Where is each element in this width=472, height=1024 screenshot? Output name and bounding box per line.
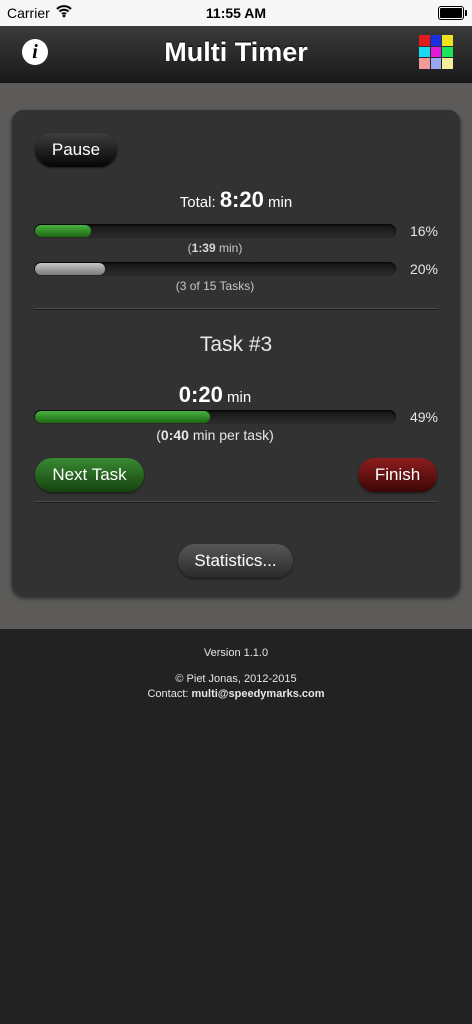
statistics-button[interactable]: Statistics... xyxy=(178,544,293,578)
total-time-unit: min xyxy=(268,194,293,211)
nav-bar: i Multi Timer xyxy=(0,26,472,83)
color-grid-cell-7 xyxy=(430,58,442,69)
version-label: Version 1.1.0 xyxy=(203,647,269,659)
total-time-progress-bar xyxy=(34,224,396,238)
battery-icon xyxy=(438,6,467,20)
elapsed-time-note: (1:39 min) xyxy=(187,241,243,255)
elapsed-time-value: 1:39 xyxy=(191,241,216,255)
color-grid-cell-0 xyxy=(419,35,430,46)
main-content: Pause Total: 8:20 min 16% (1:39 min) 20%… xyxy=(0,83,472,629)
color-grid-cell-3 xyxy=(419,46,430,58)
color-grid-cell-8 xyxy=(442,58,453,69)
color-grid-cell-1 xyxy=(430,35,442,46)
total-time: Total: 8:20 min xyxy=(12,187,460,213)
color-grid-cell-5 xyxy=(442,46,453,58)
task-progress-fill xyxy=(35,411,211,423)
task-time-unit: min xyxy=(227,389,252,406)
status-time: 11:55 AM xyxy=(205,5,267,21)
total-time-value: 8:20 xyxy=(219,187,264,212)
task-time-value: 0:20 xyxy=(178,382,223,407)
tasks-progress-bar xyxy=(34,262,396,276)
color-grid-button[interactable] xyxy=(419,35,453,69)
page-title: Multi Timer xyxy=(164,37,308,67)
color-grid-cell-4 xyxy=(430,46,442,58)
tasks-done-note: (3 of 15 Tasks) xyxy=(175,279,255,293)
total-time-progress-fill xyxy=(35,225,91,237)
task-title: Task #3 xyxy=(199,333,273,356)
finish-button[interactable]: Finish xyxy=(358,458,437,492)
task-percent: 49% xyxy=(409,409,438,425)
per-task-note: (0:40 min per task) xyxy=(156,427,274,443)
contact-line: Contact: multi@speedymarks.com xyxy=(0,688,472,700)
total-label: Total: xyxy=(179,194,216,211)
divider xyxy=(34,501,438,503)
status-bar: Carrier 11:55 AM xyxy=(0,0,472,26)
per-task-value: 0:40 xyxy=(160,427,189,443)
timer-panel: Pause Total: 8:20 min 16% (1:39 min) 20%… xyxy=(12,110,460,596)
color-grid-cell-2 xyxy=(442,35,453,46)
tasks-progress-fill xyxy=(35,263,106,275)
copyright-label: © Piet Jonas, 2012-2015 xyxy=(175,673,297,685)
task-progress-bar xyxy=(34,410,396,424)
divider xyxy=(34,308,438,310)
task-time: 0:20 min xyxy=(34,382,396,408)
tasks-percent: 20% xyxy=(409,261,438,277)
color-grid-cell-6 xyxy=(419,58,430,69)
contact-email-link[interactable]: multi@speedymarks.com xyxy=(192,688,325,700)
total-time-percent: 16% xyxy=(409,223,438,239)
contact-label: Contact: xyxy=(147,688,189,700)
next-task-button[interactable]: Next Task xyxy=(35,458,144,492)
pause-button[interactable]: Pause xyxy=(35,133,117,167)
